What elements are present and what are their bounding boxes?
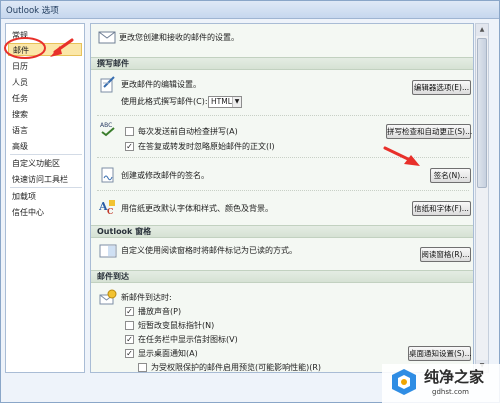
spell-check-auto-checkbox[interactable]	[125, 127, 134, 136]
sidebar-item-people[interactable]: 人员	[12, 76, 28, 89]
sidebar-item-language[interactable]: 语言	[12, 124, 28, 137]
section-divider	[97, 115, 469, 116]
edit-pen-icon	[100, 76, 115, 93]
sidebar-item-trust-center[interactable]: 信任中心	[12, 206, 44, 219]
compose-section-header: 撰写邮件	[91, 57, 473, 70]
sidebar-divider	[10, 154, 82, 155]
spell-check-auto-label: 每次发送前自动检查拼写(A)	[138, 127, 238, 136]
ignore-original-checkbox[interactable]: ✓	[125, 142, 134, 151]
chevron-down-icon: ▼	[232, 97, 241, 107]
desktop-alert-checkbox[interactable]: ✓	[125, 349, 134, 358]
outlook-options-window: Outlook 选项 常规 邮件 日历 人员 任务 搜索 语言 高级 自定义功能…	[0, 0, 500, 403]
taskbar-envelope-label: 在任务栏中显示信封图标(V)	[138, 335, 238, 344]
edit-settings-text: 更改邮件的编辑设置。	[121, 80, 201, 89]
editor-options-button[interactable]: 编辑器选项(E)...	[412, 80, 471, 95]
mail-intro-text: 更改您创建和接收的邮件的设置。	[119, 33, 239, 42]
signatures-button[interactable]: 签名(N)...	[430, 168, 471, 183]
taskbar-envelope-checkbox[interactable]: ✓	[125, 335, 134, 344]
sidebar-item-advanced[interactable]: 高级	[12, 140, 28, 153]
desktop-alert-label: 显示桌面通知(A)	[138, 349, 198, 358]
desktop-alert-settings-button[interactable]: 桌面通知设置(S)...	[408, 346, 472, 361]
stationery-fonts-icon: A C	[99, 200, 115, 216]
reading-pane-button[interactable]: 阅读窗格(R)...	[420, 247, 471, 262]
stationery-text: 用信纸更改默认字体和样式、颜色及背景。	[121, 204, 273, 213]
outlook-panes-header: Outlook 窗格	[91, 225, 473, 238]
window-title: Outlook 选项	[6, 6, 59, 16]
reading-pane-icon	[99, 244, 117, 258]
bell-envelope-icon	[99, 289, 117, 305]
reading-pane-text: 自定义使用阅读窗格时将邮件标记为已读的方式。	[121, 246, 297, 255]
play-sound-label: 播放声音(P)	[138, 307, 182, 316]
play-sound-checkbox[interactable]: ✓	[125, 307, 134, 316]
compose-format-label: 使用此格式撰写邮件(C):	[121, 97, 208, 106]
svg-text:C: C	[107, 206, 113, 216]
ignore-original-label: 在答复或转发时忽略原始邮件的正文(I)	[138, 142, 275, 151]
spelling-autocorrect-button[interactable]: 拼写检查和自动更正(S)...	[386, 124, 472, 139]
watermark-logo-icon	[392, 369, 416, 395]
change-cursor-checkbox[interactable]	[125, 321, 134, 330]
vertical-scrollbar[interactable]: ▲ ▼	[475, 23, 489, 373]
sidebar-item-mail[interactable]: 邮件	[8, 43, 82, 56]
signature-text: 创建或修改邮件的签名。	[121, 171, 209, 180]
sidebar-item-customize-ribbon[interactable]: 自定义功能区	[12, 157, 60, 170]
preview-rights-checkbox[interactable]	[138, 363, 147, 372]
watermark-url: gdhst.com	[432, 388, 469, 396]
compose-format-select[interactable]: HTML ▼	[208, 96, 242, 108]
sidebar-item-tasks[interactable]: 任务	[12, 92, 28, 105]
svg-text:ABC: ABC	[100, 122, 112, 129]
section-divider	[97, 157, 469, 158]
compose-format-value: HTML	[211, 97, 232, 106]
spell-check-icon: ABC	[100, 122, 115, 137]
watermark-text: 纯净之家	[424, 368, 485, 386]
title-bar: Outlook 选项	[1, 1, 499, 19]
sidebar-item-calendar[interactable]: 日历	[12, 60, 28, 73]
preview-rights-label: 为受权限保护的邮件启用预览(可能影响性能)(R)	[151, 363, 322, 372]
change-cursor-label: 短暂改变鼠标指针(N)	[138, 321, 215, 330]
scrollbar-thumb[interactable]	[477, 38, 487, 188]
mail-options-panel: 更改您创建和接收的邮件的设置。 撰写邮件 更改邮件的编辑设置。 使用此格式撰写邮…	[90, 23, 474, 373]
section-divider	[97, 190, 469, 191]
sidebar-item-general[interactable]: 常规	[12, 29, 28, 42]
message-arrival-header: 邮件到达	[91, 270, 473, 283]
scroll-up-arrow-icon[interactable]: ▲	[476, 24, 488, 36]
options-sidebar: 常规 邮件 日历 人员 任务 搜索 语言 高级 自定义功能区 快速访问工具栏 加…	[5, 23, 85, 373]
sidebar-item-addins[interactable]: 加载项	[12, 190, 36, 203]
signature-icon	[101, 167, 114, 183]
sidebar-item-search[interactable]: 搜索	[12, 108, 28, 121]
envelope-icon	[98, 31, 116, 44]
stationery-fonts-button[interactable]: 信纸和字体(F)...	[412, 201, 471, 216]
sidebar-divider	[10, 187, 82, 188]
sidebar-item-quick-access-toolbar[interactable]: 快速访问工具栏	[12, 173, 68, 186]
new-mail-arrives-label: 新邮件到达时:	[121, 293, 172, 302]
